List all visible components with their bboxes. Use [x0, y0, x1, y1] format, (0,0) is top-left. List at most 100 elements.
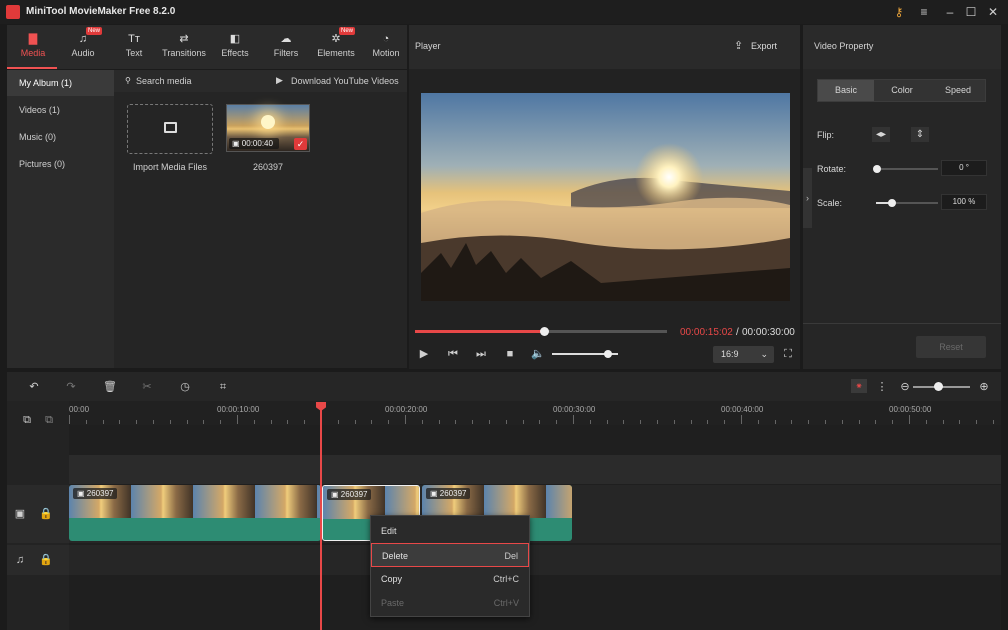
- reset-button[interactable]: Reset: [916, 336, 986, 358]
- collapse-panel-icon[interactable]: ›: [803, 168, 812, 228]
- zoom-handle[interactable]: [934, 382, 943, 391]
- clip-duration: 00:00:40: [241, 139, 273, 148]
- ruler-tick: [85, 420, 87, 424]
- tab-speed[interactable]: Speed: [930, 80, 986, 101]
- film-icon: ▣: [232, 139, 240, 148]
- close-icon[interactable]: ✕: [984, 3, 1002, 21]
- add-track-icon[interactable]: ⧉: [18, 411, 36, 429]
- ruler-tick: [724, 420, 726, 424]
- redo-icon[interactable]: ↷: [62, 378, 80, 396]
- menu-item-delete[interactable]: Delete Del: [371, 543, 529, 567]
- tab-elements[interactable]: ✲ Elements New: [311, 25, 361, 69]
- rotate-handle[interactable]: [873, 165, 881, 173]
- tab-transitions[interactable]: ⇄ Transitions: [159, 25, 209, 69]
- ruler-tick: [741, 415, 742, 424]
- audio-track: [69, 545, 1001, 575]
- tab-label: Motion: [372, 48, 400, 58]
- tab-audio[interactable]: ♫ Audio New: [58, 25, 108, 69]
- rotate-slider[interactable]: [876, 168, 938, 170]
- effects-icon: ◧: [229, 33, 241, 45]
- menu-item-paste[interactable]: Paste Ctrl+V: [371, 591, 529, 615]
- export-button[interactable]: Export: [751, 41, 777, 51]
- import-media-button[interactable]: [127, 104, 213, 154]
- zoom-in-icon[interactable]: ⊕: [975, 378, 993, 396]
- seek-handle[interactable]: [539, 327, 549, 336]
- scale-input[interactable]: 100 %: [941, 194, 987, 210]
- timeline-ruler[interactable]: [69, 401, 1001, 425]
- ruler-tick: [942, 420, 944, 424]
- lock-icon[interactable]: 🔒: [37, 505, 55, 523]
- ruler-tick-label: 00:00:10:00: [217, 405, 260, 414]
- playhead[interactable]: [320, 403, 322, 630]
- media-clip-thumbnail[interactable]: ▣ 00:00:40 ✓: [226, 104, 310, 152]
- ruler-tick: [774, 420, 776, 424]
- filters-icon: ☁: [280, 33, 292, 45]
- ruler-tick: [589, 420, 591, 424]
- ruler-tick: [505, 420, 507, 424]
- snap-icon[interactable]: ⁕: [851, 379, 867, 393]
- flip-vertical-icon[interactable]: ⇕: [911, 127, 929, 142]
- tab-effects[interactable]: ◧ Effects: [210, 25, 260, 69]
- tab-media[interactable]: ▇ Media: [8, 25, 58, 69]
- previous-frame-icon[interactable]: ⏮: [444, 345, 462, 363]
- aspect-ratio-select[interactable]: 16:9 ⌄: [713, 346, 774, 363]
- ruler-tick: [270, 420, 272, 424]
- copy-track-icon[interactable]: ⧉: [40, 411, 58, 429]
- aspect-ratio-value: 16:9: [721, 349, 739, 359]
- timeline-clip[interactable]: ▣ 260397: [69, 485, 321, 541]
- scale-handle[interactable]: [888, 199, 896, 207]
- rotate-input[interactable]: 0 °: [941, 160, 987, 176]
- ruler-tick: [253, 420, 255, 424]
- tab-text[interactable]: Tт Text: [109, 25, 159, 69]
- ruler-tick: [892, 420, 894, 424]
- clip-label: ▣ 260397: [73, 488, 118, 499]
- tab-motion[interactable]: ◔ Motion: [361, 25, 411, 69]
- menu-icon[interactable]: ≡: [915, 3, 933, 21]
- ruler-tick: [808, 420, 810, 424]
- menu-item-copy[interactable]: Copy Ctrl+C: [371, 567, 529, 591]
- time-separator: /: [736, 327, 739, 338]
- fit-icon[interactable]: ⋮: [873, 378, 891, 396]
- fullscreen-icon[interactable]: ⛶: [779, 345, 797, 363]
- minimize-icon[interactable]: –: [941, 3, 959, 21]
- ruler-tick: [136, 420, 138, 424]
- sidebar-item[interactable]: Music (0): [7, 124, 114, 150]
- volume-icon[interactable]: 🔈: [529, 345, 547, 363]
- tab-label: Transitions: [162, 48, 206, 58]
- clip-name: 260397: [86, 489, 114, 498]
- seek-progress: [415, 330, 544, 333]
- maximize-icon[interactable]: ☐: [962, 3, 980, 21]
- tab-color[interactable]: Color: [874, 80, 930, 101]
- media-clip-name: 260397: [252, 162, 284, 172]
- search-input[interactable]: Search media: [136, 76, 192, 86]
- key-icon[interactable]: ⚷: [890, 3, 908, 21]
- sidebar-item[interactable]: My Album (1): [7, 70, 114, 96]
- download-youtube-button[interactable]: Download YouTube Videos: [291, 76, 399, 86]
- clip-label: ▣ 260397: [426, 488, 471, 499]
- rotate-label: Rotate:: [817, 164, 847, 174]
- menu-item-edit[interactable]: Edit: [371, 519, 529, 543]
- tab-filters[interactable]: ☁ Filters: [261, 25, 311, 69]
- flip-horizontal-icon[interactable]: ◂▸: [872, 127, 890, 142]
- ruler-tick: [220, 420, 222, 424]
- zoom-out-icon[interactable]: ⊖: [896, 378, 914, 396]
- play-icon[interactable]: ▶: [415, 345, 433, 363]
- next-frame-icon[interactable]: ⏭: [472, 345, 490, 363]
- lock-icon[interactable]: 🔒: [37, 551, 55, 569]
- total-time: 00:00:30:00: [742, 327, 795, 338]
- menu-item-shortcut: Ctrl+V: [493, 598, 519, 608]
- delete-icon[interactable]: 🗑: [101, 378, 119, 396]
- ruler-tick: [825, 420, 826, 424]
- context-menu: Edit Delete Del Copy Ctrl+C Paste Ctrl+V: [370, 515, 530, 617]
- sidebar-item[interactable]: Videos (1): [7, 97, 114, 123]
- undo-icon[interactable]: ↶: [25, 378, 43, 396]
- speed-icon[interactable]: ◷: [176, 378, 194, 396]
- search-icon: ⚲: [125, 76, 131, 85]
- ruler-tick: [573, 415, 574, 424]
- crop-icon[interactable]: ⌗: [214, 378, 232, 396]
- audio-track-icon: ♫: [15, 554, 25, 566]
- tab-basic[interactable]: Basic: [818, 80, 874, 101]
- stop-icon[interactable]: ■: [501, 345, 519, 363]
- sidebar-item[interactable]: Pictures (0): [7, 151, 114, 177]
- split-icon[interactable]: ✂: [138, 378, 156, 396]
